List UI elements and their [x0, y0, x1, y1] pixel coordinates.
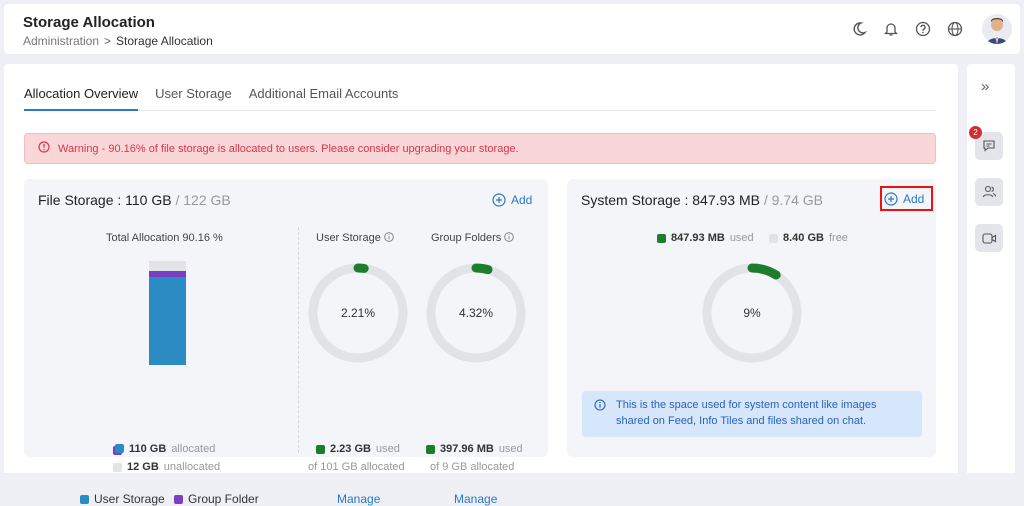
moon-icon[interactable]	[850, 20, 868, 38]
chevron-right-icon: >	[104, 34, 112, 48]
video-button[interactable]	[975, 224, 1003, 252]
bell-icon[interactable]	[882, 20, 900, 38]
users-icon	[982, 185, 996, 198]
column-divider	[298, 227, 299, 453]
group-folders-percent-label: 4.32%	[459, 306, 493, 320]
expand-chevrons-icon[interactable]: »	[981, 78, 989, 95]
info-icon[interactable]	[504, 232, 515, 242]
user-storage-donut: 2.21%	[308, 263, 408, 363]
plus-circle-icon	[492, 193, 506, 207]
avatar[interactable]	[982, 14, 1012, 44]
user-storage-percent-label: 2.21%	[341, 306, 375, 320]
user-storage-swatch	[80, 494, 89, 504]
used-swatch	[426, 444, 435, 454]
right-sidebar: » 2	[967, 64, 1015, 473]
system-storage-free: 8.40 GB free	[769, 232, 848, 244]
user-storage-segment	[149, 277, 186, 365]
globe-icon[interactable]	[946, 20, 964, 38]
legend-group-folder: Group Folder	[174, 492, 259, 506]
tab-bar: Allocation Overview User Storage Additio…	[24, 86, 936, 111]
info-icon[interactable]	[384, 232, 394, 242]
header-actions	[850, 14, 1012, 44]
top-header: Storage Allocation Administration > Storag…	[4, 4, 1020, 54]
tab-allocation-overview[interactable]: Allocation Overview	[24, 86, 139, 111]
group-folders-donut: 4.32%	[426, 263, 526, 363]
system-storage-percent-label: 9%	[743, 306, 761, 320]
file-storage-title: File Storage : 110 GB / 122 GB	[38, 192, 231, 208]
system-storage-card: System Storage : 847.93 MB / 9.74 GB Add…	[567, 179, 936, 457]
total-allocation-label: Total Allocation 90.16 %	[106, 232, 223, 244]
user-storage-used: 2.23 GB used	[316, 443, 400, 455]
info-line-1: This is the space used for system conten…	[616, 399, 877, 411]
unallocated-swatch	[113, 462, 122, 472]
plus-circle-icon	[884, 192, 898, 206]
file-storage-add-button[interactable]: Add	[492, 193, 532, 207]
user-storage-title: User Storage	[316, 232, 394, 244]
warning-text: Warning - 90.16% of file storage is allo…	[58, 142, 519, 155]
user-storage-manage-link[interactable]: Manage	[337, 492, 380, 506]
chat-icon	[983, 140, 995, 152]
user-storage-of: of 101 GB allocated	[308, 461, 405, 473]
breadcrumb-current: Storage Allocation	[116, 34, 213, 48]
group-folders-of: of 9 GB allocated	[430, 461, 515, 473]
group-folders-title: Group Folders	[431, 232, 515, 244]
group-folders-manage-link[interactable]: Manage	[454, 492, 497, 506]
legend-unallocated: 12 GB unallocated	[113, 461, 220, 473]
system-storage-used: 847.93 MB used	[657, 232, 754, 244]
used-swatch	[316, 444, 325, 454]
allocation-stack-bar	[149, 261, 186, 365]
tab-additional-email-accounts[interactable]: Additional Email Accounts	[249, 86, 399, 111]
system-storage-donut: 9%	[702, 263, 802, 363]
free-swatch	[769, 233, 778, 243]
users-button[interactable]	[975, 178, 1003, 206]
breadcrumb-administration[interactable]: Administration	[23, 34, 99, 48]
system-storage-add-button[interactable]: Add	[884, 192, 924, 206]
group-folder-swatch	[174, 494, 183, 504]
notification-badge: 2	[969, 126, 982, 139]
tab-user-storage[interactable]: User Storage	[155, 86, 232, 111]
warning-icon	[38, 141, 50, 156]
video-icon	[981, 232, 996, 244]
file-storage-card: File Storage : 110 GB / 122 GB Add Total…	[24, 179, 548, 506]
info-icon	[594, 399, 606, 411]
warning-banner: Warning - 90.16% of file storage is allo…	[24, 133, 936, 164]
main-panel: Allocation Overview User Storage Additio…	[4, 64, 958, 506]
breadcrumb: Administration > Storage Allocation	[23, 34, 213, 48]
help-icon[interactable]	[914, 20, 932, 38]
info-line-2: shared on Feed, Info Tiles and files sha…	[616, 415, 867, 427]
group-folders-used: 397.96 MB used	[426, 443, 523, 455]
legend-allocated: 110 GB allocated	[113, 443, 215, 455]
legend-user-storage: User Storage	[80, 492, 165, 506]
page-title: Storage Allocation	[23, 14, 155, 31]
system-storage-info-box: This is the space used for system conten…	[582, 391, 922, 437]
system-storage-title: System Storage : 847.93 MB / 9.74 GB	[581, 192, 824, 208]
multicolor-storage-icon	[113, 443, 124, 455]
used-swatch	[657, 233, 666, 243]
